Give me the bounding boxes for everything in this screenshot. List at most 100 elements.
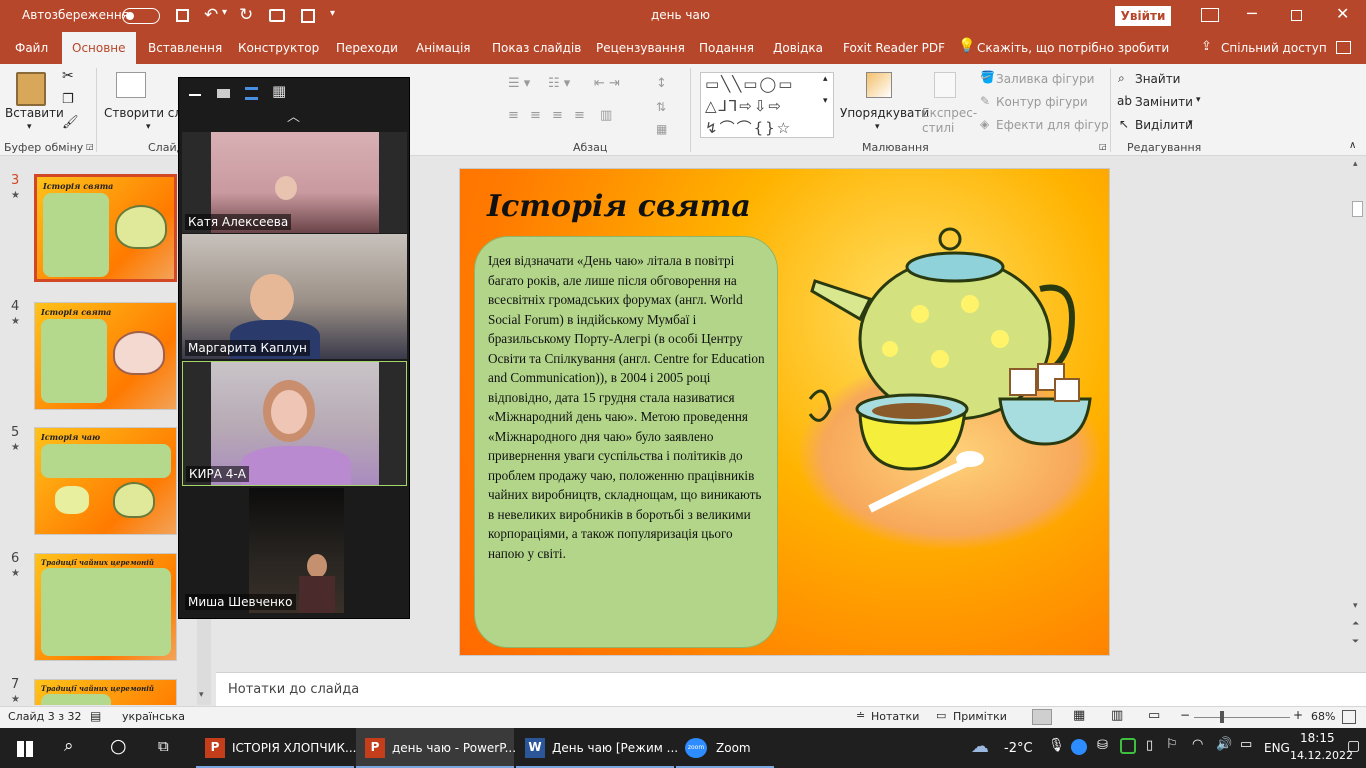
indent-icon[interactable]: ⇤ ⇥ xyxy=(594,76,620,91)
shapes-gallery[interactable]: ▭╲╲▭◯▭ △⅃⅂⇨⇩⇨ ↯⌒⌒{}☆ xyxy=(700,72,834,138)
sign-in-button[interactable]: Увійти xyxy=(1115,6,1171,26)
slide-scrollbar[interactable]: ▴ ▾ ⏶ ⏷ xyxy=(1349,157,1366,672)
next-slide-icon[interactable]: ⏷ xyxy=(1352,637,1359,647)
slide-body-text[interactable]: Ідея відзначати «День чаю» літала в пові… xyxy=(488,251,770,563)
taskbar-item-powerpoint-2[interactable]: P день чаю - PowerP... xyxy=(356,728,516,768)
gallery-view-icon[interactable]: ▦ xyxy=(272,82,286,100)
touch-mode-icon[interactable] xyxy=(301,9,315,23)
zoom-out-icon[interactable]: − xyxy=(1180,708,1190,722)
weather-cloud-icon[interactable]: ☁ xyxy=(971,736,989,757)
video-tile[interactable]: Маргарита Каплун xyxy=(182,234,407,359)
thumb-slide-5[interactable]: Історія чаю xyxy=(34,427,177,535)
fit-to-window-icon[interactable] xyxy=(1342,710,1356,724)
find-button[interactable]: Знайти xyxy=(1135,72,1180,86)
align-center-icon[interactable]: ≡ xyxy=(530,108,541,123)
video-tile[interactable]: Катя Алексеева xyxy=(182,132,407,233)
tell-me-search[interactable]: Скажіть, що потрібно зробити xyxy=(977,41,1169,55)
customize-qat-icon[interactable]: ▾ xyxy=(330,8,335,19)
microphone-icon[interactable]: 🎙 xyxy=(1048,738,1065,753)
zoom-slider-thumb[interactable] xyxy=(1220,711,1224,723)
speaker-icon[interactable]: 🔊 xyxy=(1216,737,1232,752)
close-icon[interactable]: ✕ xyxy=(1336,4,1349,23)
scroll-down-icon[interactable]: ▾ xyxy=(199,690,204,700)
scroll-up-icon[interactable]: ▴ xyxy=(1353,159,1358,169)
windows-start-icon[interactable] xyxy=(17,741,33,757)
search-icon[interactable]: ⌕ xyxy=(64,736,74,756)
minimize-icon[interactable]: ─ xyxy=(1247,4,1257,23)
clock-time[interactable]: 18:15 xyxy=(1300,731,1335,745)
replace-dropdown-icon[interactable]: ▾ xyxy=(1196,95,1201,105)
line-spacing-icon[interactable]: ↕ xyxy=(656,76,667,91)
align-right-icon[interactable]: ≡ xyxy=(552,108,563,123)
quick-styles-icon[interactable] xyxy=(934,72,956,98)
save-icon[interactable] xyxy=(176,9,189,22)
clock-date[interactable]: 14.12.2022 xyxy=(1290,749,1353,762)
thumb-slide-7[interactable]: Традиції чайних церемоній xyxy=(34,679,177,705)
restore-icon[interactable] xyxy=(1291,10,1302,21)
tab-slideshow[interactable]: Показ слайдів xyxy=(492,41,581,55)
select-icon[interactable]: ↖ xyxy=(1119,117,1129,131)
notifications-icon[interactable]: ▢ xyxy=(1347,738,1360,754)
justify-icon[interactable]: ≡ xyxy=(574,108,585,123)
network-tray-icon[interactable]: ⛁ xyxy=(1097,738,1108,753)
taskbar-item-powerpoint-1[interactable]: P ІСТОРІЯ ХЛОПЧИК... xyxy=(196,728,357,768)
taskbar-item-word[interactable]: W День чаю [Режим ... xyxy=(516,728,678,768)
replace-button[interactable]: Замінити xyxy=(1135,95,1193,109)
normal-view-icon[interactable] xyxy=(1032,709,1052,725)
phone-tray-icon[interactable]: ▯ xyxy=(1146,738,1153,753)
arrange-button[interactable]: Упорядкувати xyxy=(840,106,929,120)
scroll-down-icon[interactable]: ▾ xyxy=(1353,601,1358,611)
scroll-thumb[interactable] xyxy=(1352,201,1363,217)
paste-dropdown-icon[interactable]: ▾ xyxy=(27,122,32,132)
tab-insert[interactable]: Вставлення xyxy=(148,41,222,55)
align-left-icon[interactable]: ≡ xyxy=(508,108,519,123)
tab-foxit[interactable]: Foxit Reader PDF xyxy=(843,41,945,55)
minimize-video-icon[interactable] xyxy=(189,94,201,96)
wifi-icon[interactable]: ◠ xyxy=(1192,737,1203,752)
tab-view[interactable]: Подання xyxy=(699,41,754,55)
input-language[interactable]: ENG xyxy=(1264,741,1290,755)
shapes-scroll-down-icon[interactable]: ▾ xyxy=(823,96,828,106)
ribbon-display-options-icon[interactable] xyxy=(1201,8,1219,22)
tab-animations[interactable]: Анімація xyxy=(416,41,471,55)
cortana-icon[interactable]: ○ xyxy=(110,735,127,757)
select-button[interactable]: Виділити xyxy=(1135,118,1193,132)
tab-home[interactable]: Основне xyxy=(62,32,136,64)
shape-outline-icon[interactable]: ✎ xyxy=(980,94,990,108)
collapse-ribbon-icon[interactable]: ∧ xyxy=(1349,140,1356,151)
comments-icon[interactable] xyxy=(1336,41,1351,54)
single-video-icon[interactable] xyxy=(217,89,230,98)
autosave-toggle[interactable] xyxy=(122,8,160,24)
previous-slide-icon[interactable]: ⏶ xyxy=(1352,619,1359,629)
battery-icon[interactable]: ▭ xyxy=(1240,737,1252,752)
weather-temperature[interactable]: -2°C xyxy=(1004,741,1033,756)
redo-icon[interactable]: ↻ xyxy=(239,5,253,25)
shape-fill-button[interactable]: Заливка фігури xyxy=(996,72,1094,86)
bluetooth-tray-icon[interactable]: ⚐ xyxy=(1166,737,1178,752)
shape-fill-icon[interactable]: 🪣 xyxy=(980,70,995,84)
thumb-slide-6[interactable]: Традиції чайних церемоній xyxy=(34,553,177,661)
columns-icon[interactable]: ▥ xyxy=(600,108,612,123)
replace-icon[interactable]: ab xyxy=(1117,94,1132,108)
tab-help[interactable]: Довідка xyxy=(773,41,823,55)
video-tile-active-speaker[interactable]: КИРА 4-А xyxy=(182,361,407,486)
select-dropdown-icon[interactable]: ▾ xyxy=(1188,118,1193,128)
arrange-dropdown-icon[interactable]: ▾ xyxy=(875,122,880,132)
smartart-icon[interactable]: ▦ xyxy=(656,122,667,136)
thumb-slide-3[interactable]: Історія свята xyxy=(34,174,177,282)
text-direction-icon[interactable]: ⇅ xyxy=(656,100,666,114)
clipboard-launcher-icon[interactable]: ◲ xyxy=(86,142,94,151)
format-painter-icon[interactable]: 🖌 xyxy=(62,115,79,130)
strip-view-icon[interactable] xyxy=(245,87,258,100)
tab-design[interactable]: Конструктор xyxy=(238,41,319,55)
shape-effects-icon[interactable]: ◈ xyxy=(980,117,989,131)
reading-view-icon[interactable]: ▥ xyxy=(1111,708,1123,723)
shapes-scroll-up-icon[interactable]: ▴ xyxy=(823,74,828,84)
slideshow-view-icon[interactable]: ▭ xyxy=(1148,708,1160,723)
video-tile[interactable]: Миша Шевченко xyxy=(182,488,407,613)
undo-icon[interactable]: ↶ xyxy=(204,5,218,25)
tab-file[interactable]: Файл xyxy=(15,41,48,55)
paste-button[interactable]: Вставити xyxy=(5,106,64,120)
copy-icon[interactable]: ❐ xyxy=(62,92,74,107)
thumb-slide-4[interactable]: Історія свята xyxy=(34,302,177,410)
